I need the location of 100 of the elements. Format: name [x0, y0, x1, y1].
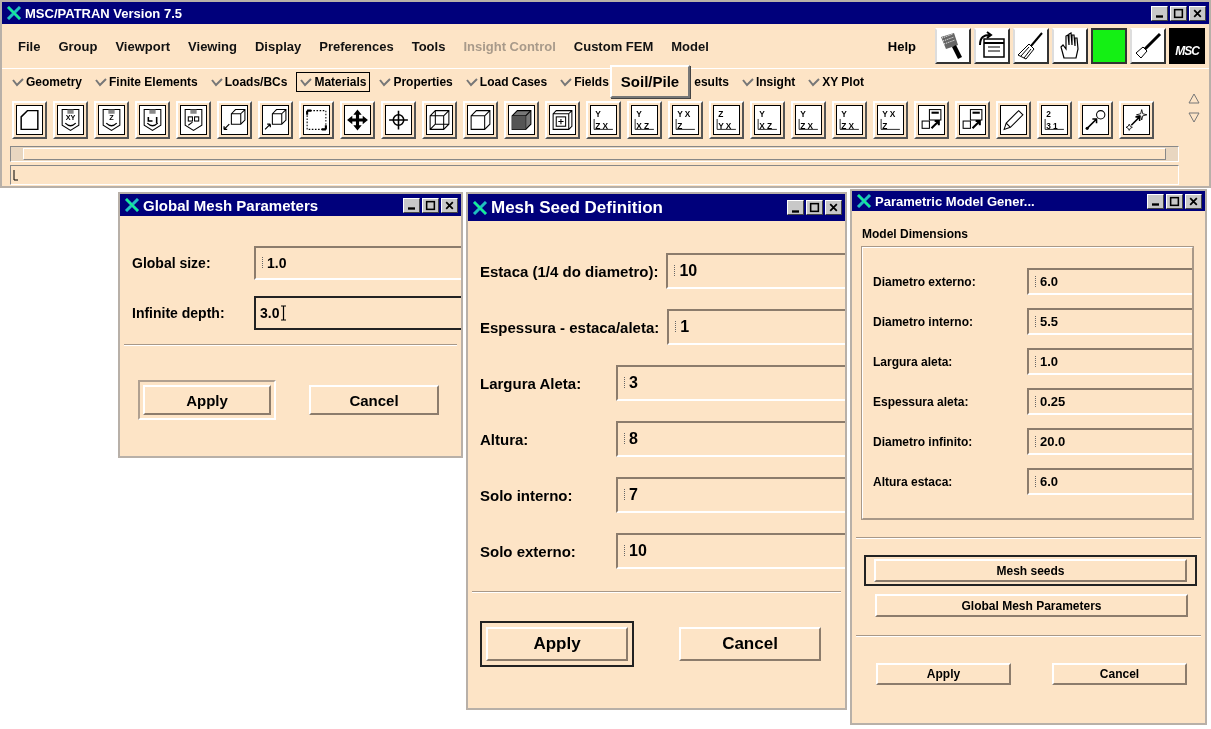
dialog-button[interactable]: Global Mesh Parameters — [875, 594, 1188, 617]
close-button[interactable] — [1185, 193, 1202, 209]
command-field[interactable] — [10, 165, 1179, 185]
close-button[interactable] — [825, 200, 842, 215]
input-field[interactable]: 8 — [616, 421, 845, 457]
toolbar-button[interactable] — [381, 101, 416, 139]
menu-item[interactable]: Viewing — [188, 38, 246, 54]
menu-item[interactable]: Group — [58, 38, 107, 54]
toolbar-button[interactable] — [914, 101, 949, 139]
menu-item[interactable]: Viewport — [115, 38, 180, 54]
toolbar-button[interactable] — [340, 101, 375, 139]
input-field[interactable]: 7 — [616, 477, 845, 513]
x-icon[interactable] — [6, 6, 22, 20]
toolbar-button[interactable] — [1119, 101, 1154, 139]
toolbar-button[interactable] — [935, 28, 971, 64]
field-label: Espessura aleta: — [873, 394, 970, 409]
text-cursor-icon — [1033, 273, 1038, 290]
minimize-button[interactable] — [1151, 5, 1168, 21]
dialog-button[interactable]: Cancel — [309, 385, 439, 415]
close-button[interactable] — [441, 197, 458, 213]
toolbar-button[interactable] — [12, 101, 47, 139]
field-label: Largura Aleta: — [480, 374, 583, 392]
dialog-button[interactable]: Apply — [486, 627, 628, 661]
app-menu[interactable]: Insight — [737, 71, 800, 92]
text-cursor-icon — [622, 487, 627, 503]
minimize-icon — [1152, 203, 1159, 206]
menu-item[interactable]: Custom FEM — [573, 38, 663, 54]
toolbar-button[interactable] — [258, 101, 293, 139]
cube-icon — [467, 105, 494, 135]
app-menu[interactable]: Load Cases — [461, 71, 552, 92]
toolbar-button[interactable] — [996, 101, 1031, 139]
app-menu[interactable]: XY Plot — [804, 71, 868, 92]
toolbar-button[interactable] — [955, 101, 990, 139]
polygon-icon — [16, 105, 43, 135]
menu-item[interactable]: Display — [254, 38, 311, 54]
toolbar-button[interactable] — [135, 101, 170, 139]
menu-item[interactable]: Preferences — [319, 38, 403, 54]
close-button[interactable] — [1189, 5, 1206, 21]
dialog-button[interactable]: Cancel — [679, 627, 821, 661]
toolbar-button[interactable] — [1130, 28, 1166, 64]
app-menu[interactable]: Loads/BCs — [206, 71, 292, 92]
menu-item[interactable]: Help — [881, 37, 922, 55]
input-field[interactable]: 5.5 — [1027, 308, 1192, 335]
maximize-button[interactable] — [1166, 193, 1183, 209]
maximize-button[interactable] — [422, 197, 439, 213]
input-field[interactable]: 1.0 — [1027, 348, 1192, 375]
refresh-window-icon — [977, 31, 1007, 61]
minimize-button[interactable] — [1147, 193, 1164, 209]
toolbar-button[interactable] — [1078, 101, 1113, 139]
toolbar-button[interactable] — [422, 101, 457, 139]
menu-item[interactable]: Model — [671, 38, 718, 54]
shaded-cube-icon — [508, 105, 535, 135]
x-icon[interactable] — [472, 200, 488, 215]
input-field[interactable]: 1.0 — [254, 246, 461, 280]
minimize-button[interactable] — [403, 197, 420, 213]
status-indicator[interactable] — [1091, 28, 1127, 64]
up-arrow-icon[interactable] — [1187, 92, 1201, 106]
toolbar-button[interactable] — [545, 101, 580, 139]
dialog-button[interactable]: Mesh seeds — [874, 559, 1187, 582]
toolbar-button[interactable] — [974, 28, 1010, 64]
text-cursor-icon — [622, 543, 627, 559]
menu-item[interactable]: File — [18, 38, 50, 54]
input-field[interactable]: 0.25 — [1027, 388, 1192, 415]
toolbar-button[interactable] — [299, 101, 334, 139]
text-cursor-icon — [1033, 393, 1038, 410]
input-field[interactable]: 10 — [616, 533, 845, 569]
app-menu[interactable]: Finite Elements — [91, 71, 202, 92]
app-menu[interactable]: Materials — [296, 71, 371, 92]
input-field[interactable]: 6.0 — [1027, 268, 1192, 295]
toolbar-button[interactable] — [176, 101, 211, 139]
input-field[interactable]: 3.0 — [254, 296, 461, 330]
x-icon[interactable] — [856, 194, 872, 208]
horizontal-scrollbar[interactable] — [10, 146, 1179, 162]
app-menu[interactable]: Geometry — [8, 71, 87, 92]
x-icon[interactable] — [124, 198, 140, 212]
input-field[interactable]: 3 — [616, 365, 845, 401]
minimize-button[interactable] — [787, 200, 804, 215]
scroll-thumb[interactable] — [23, 148, 1166, 160]
field-label: Diametro infinito: — [873, 434, 974, 449]
toolbar-button[interactable] — [1052, 28, 1088, 64]
maximize-button[interactable] — [1170, 5, 1187, 21]
app-menu[interactable]: esults — [690, 71, 733, 92]
toolbar-button[interactable] — [463, 101, 498, 139]
dialog-button[interactable]: Apply — [143, 385, 271, 415]
input-field[interactable]: 20.0 — [1027, 428, 1192, 455]
input-field[interactable]: 10 — [666, 253, 845, 289]
check-icon — [808, 76, 821, 87]
dialog-button[interactable]: Cancel — [1052, 663, 1187, 685]
maximize-button[interactable] — [806, 200, 823, 215]
toolbar-button[interactable] — [217, 101, 252, 139]
down-arrow-icon[interactable] — [1187, 110, 1201, 124]
toolbar-button[interactable] — [1013, 28, 1049, 64]
close-icon — [444, 199, 455, 211]
dialog-button[interactable]: Apply — [876, 663, 1011, 685]
toolbar-button[interactable] — [504, 101, 539, 139]
input-field[interactable]: 6.0 — [1027, 468, 1192, 495]
input-field[interactable]: 1 — [667, 309, 845, 345]
popup-button[interactable]: Soil/Pile — [609, 65, 691, 98]
app-menu[interactable]: Properties — [375, 71, 457, 92]
menu-item[interactable]: Tools — [411, 38, 455, 54]
